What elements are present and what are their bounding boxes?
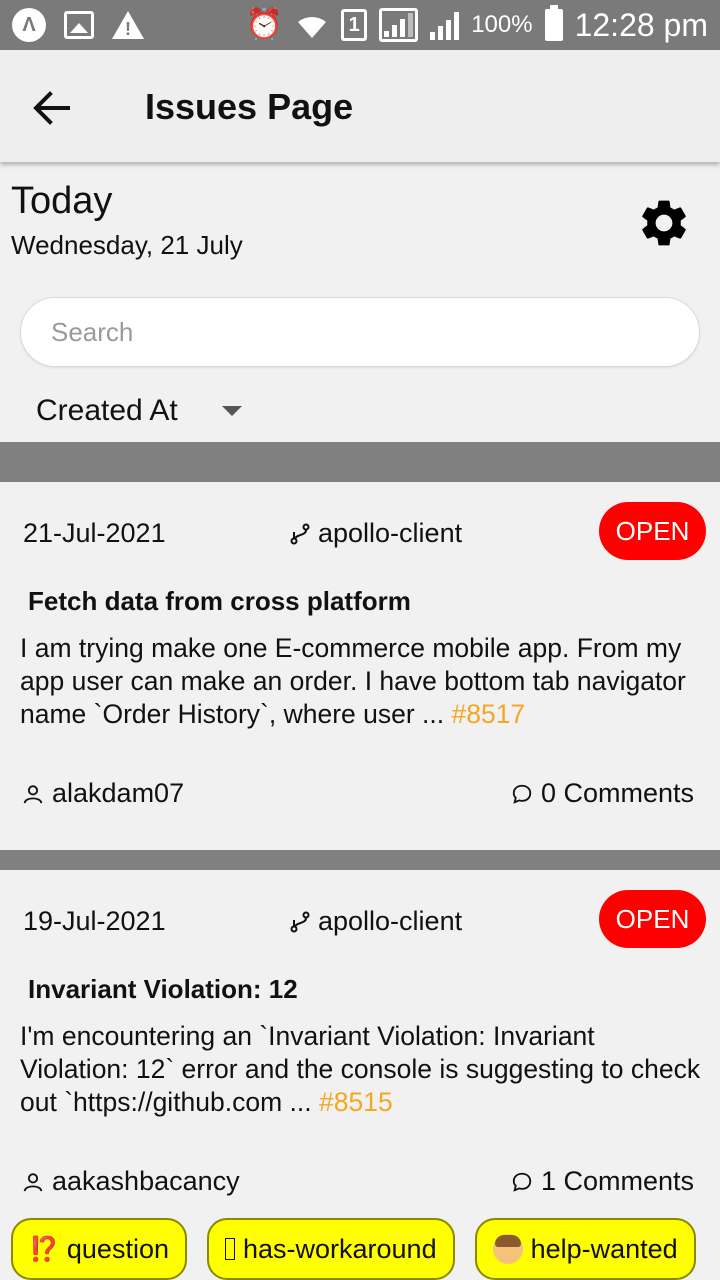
page-title: Issues Page bbox=[145, 86, 354, 127]
label-text: question bbox=[66, 1233, 169, 1264]
wifi-icon bbox=[298, 16, 327, 38]
issue-body-text: I am trying make one E-commerce mobile a… bbox=[20, 633, 686, 729]
battery-icon bbox=[544, 5, 563, 41]
current-date: Wednesday, 21 July bbox=[11, 230, 243, 260]
sim-icon: 1 bbox=[341, 9, 368, 41]
list-separator bbox=[0, 850, 720, 870]
battery-percent: 100% bbox=[471, 11, 533, 38]
signal-icon bbox=[430, 10, 460, 40]
user-icon bbox=[23, 1172, 43, 1191]
status-badge: OPEN bbox=[599, 890, 706, 948]
back-button[interactable] bbox=[28, 86, 76, 130]
search-input[interactable] bbox=[21, 298, 699, 366]
label-chip-has-workaround[interactable]: has-workaround bbox=[206, 1218, 455, 1280]
issue-title: Invariant Violation: 12 bbox=[28, 974, 298, 1004]
label-chip-help-wanted[interactable]: help-wanted bbox=[474, 1218, 696, 1280]
issue-body: I'm encountering an `Invariant Violation… bbox=[20, 1020, 710, 1119]
label-text: has-workaround bbox=[242, 1233, 437, 1264]
settings-button[interactable] bbox=[636, 195, 692, 251]
branch-icon bbox=[290, 911, 310, 932]
user-icon bbox=[23, 784, 43, 803]
issue-date: 19-Jul-2021 bbox=[23, 906, 166, 936]
issue-comments-count: 1 Comments bbox=[540, 1166, 694, 1196]
arrow-left-icon bbox=[33, 91, 70, 125]
issue-body: I am trying make one E-commerce mobile a… bbox=[20, 632, 710, 731]
app-a-icon: Λ bbox=[12, 8, 46, 42]
list-separator bbox=[0, 442, 720, 482]
caret-down-icon bbox=[221, 406, 242, 416]
comment-icon bbox=[512, 784, 532, 804]
search-field[interactable] bbox=[20, 297, 700, 367]
issue-labels: ⁉️ question has-workaround help-wanted bbox=[11, 1218, 696, 1280]
issue-number[interactable]: #8517 bbox=[451, 699, 525, 729]
signal-icon bbox=[379, 8, 419, 42]
question-exclamation-icon: ⁉️ bbox=[29, 1235, 59, 1263]
missing-glyph-icon bbox=[224, 1238, 235, 1260]
issue-repo: apollo-client bbox=[288, 906, 462, 937]
issue-title: Fetch data from cross platform bbox=[28, 586, 411, 616]
app-bar: Issues Page bbox=[0, 50, 720, 162]
issue-repo: apollo-client bbox=[288, 518, 462, 549]
issue-comments-count: 0 Comments bbox=[540, 778, 694, 808]
image-icon bbox=[64, 11, 94, 39]
issue-author-name: aakashbacancy bbox=[52, 1166, 240, 1196]
gear-icon bbox=[642, 200, 686, 246]
today-heading: Today bbox=[11, 180, 113, 222]
status-badge: OPEN bbox=[599, 502, 706, 560]
issue-repo-name: apollo-client bbox=[318, 518, 463, 548]
clock: 12:28 pm bbox=[574, 6, 708, 43]
status-bar: Λ ! ⏰ 1 100% 12:28 pm bbox=[0, 0, 720, 50]
issue-author: alakdam07 bbox=[22, 778, 184, 809]
comment-icon bbox=[512, 1172, 532, 1192]
issue-comments: 1 Comments bbox=[511, 1166, 694, 1197]
issue-number[interactable]: #8515 bbox=[319, 1087, 393, 1117]
issue-author-name: alakdam07 bbox=[52, 778, 185, 808]
warning-icon: ! bbox=[112, 11, 144, 39]
sort-selected-value: Created At bbox=[36, 394, 178, 427]
label-chip-question[interactable]: ⁉️ question bbox=[11, 1218, 187, 1280]
label-text: help-wanted bbox=[530, 1233, 678, 1264]
alarm-icon: ⏰ bbox=[245, 8, 284, 41]
sort-dropdown[interactable]: Created At bbox=[36, 394, 242, 428]
issue-repo-name: apollo-client bbox=[318, 906, 463, 936]
issue-card[interactable]: 21-Jul-2021 apollo-client OPEN Fetch dat… bbox=[0, 482, 720, 850]
issue-date: 21-Jul-2021 bbox=[23, 518, 166, 548]
branch-icon bbox=[290, 523, 310, 544]
issue-comments: 0 Comments bbox=[511, 778, 694, 809]
person-icon bbox=[492, 1234, 523, 1264]
issue-author: aakashbacancy bbox=[22, 1166, 240, 1197]
